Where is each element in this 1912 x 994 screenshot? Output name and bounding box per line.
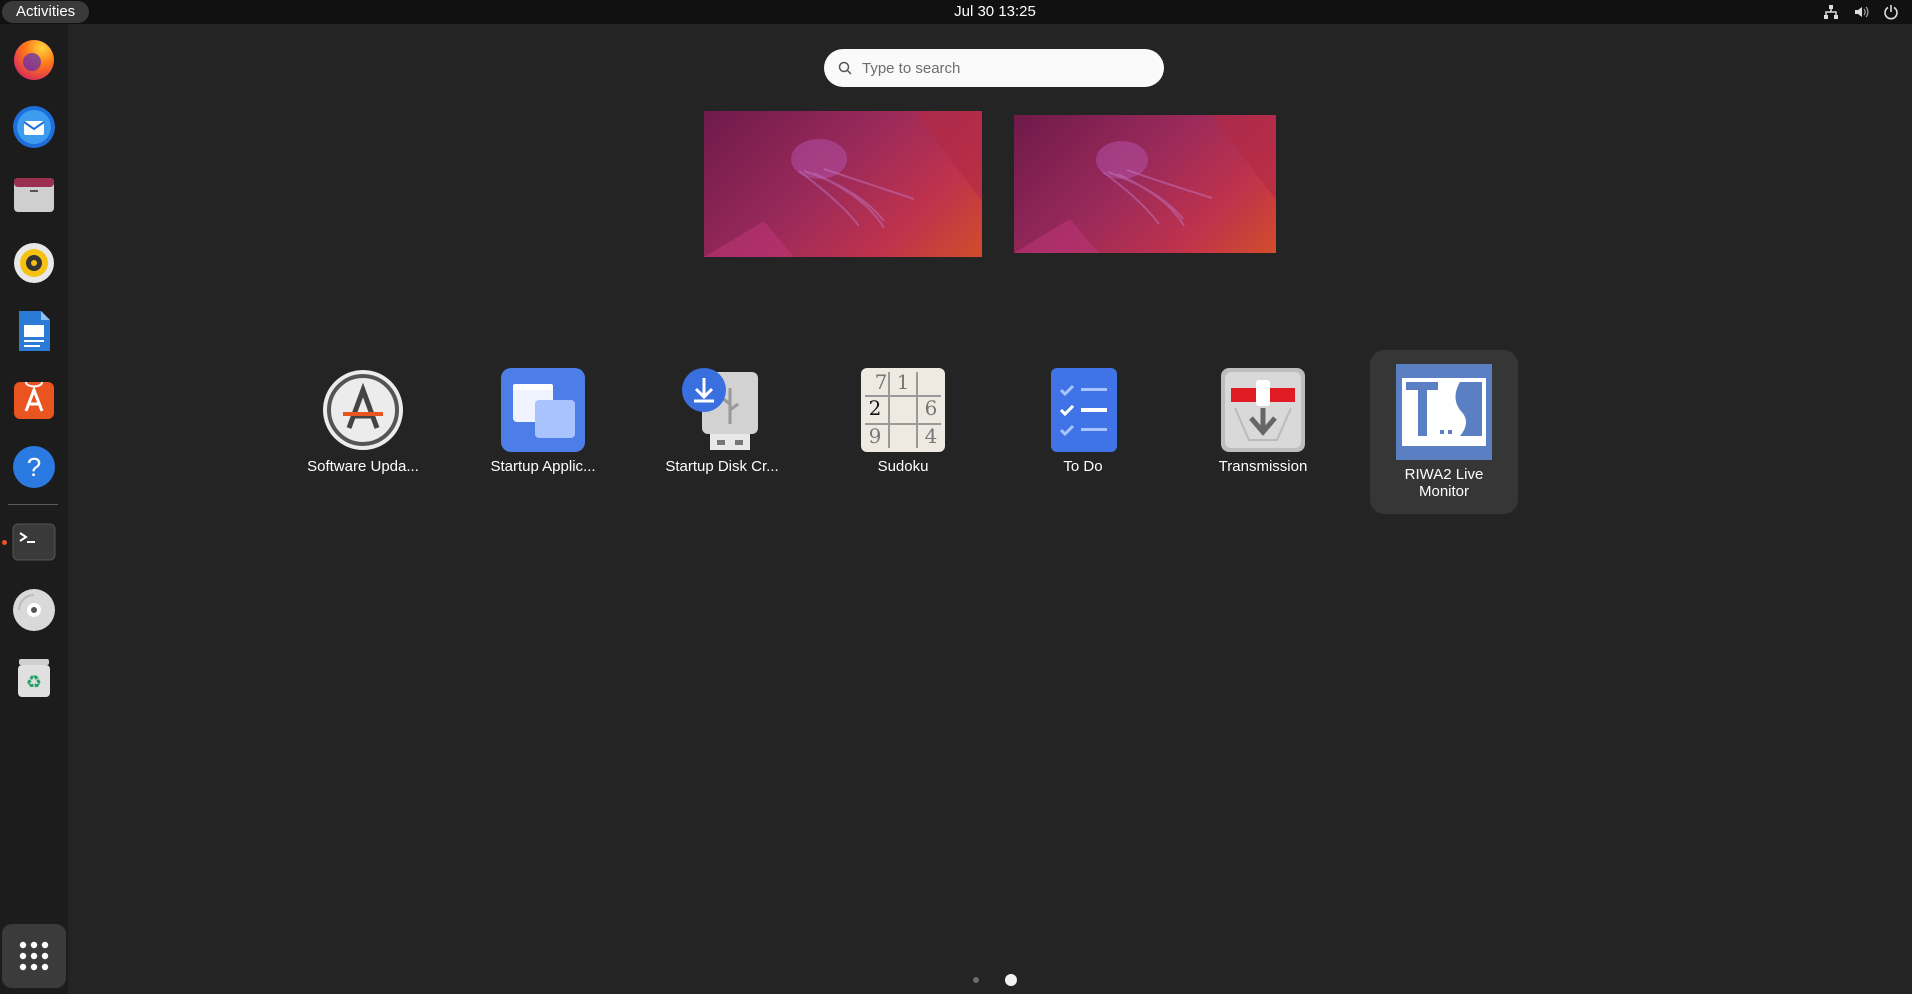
dock-trash[interactable]: ♻ xyxy=(8,652,60,704)
terminal-icon xyxy=(12,523,56,561)
sudoku-digit: 6 xyxy=(924,396,938,420)
jellyfish-wallpaper xyxy=(1014,115,1276,253)
app-label: To Do xyxy=(1063,458,1103,475)
app-label: Sudoku xyxy=(877,458,929,475)
app-label: Transmission xyxy=(1218,458,1308,475)
dock-writer[interactable] xyxy=(8,305,60,357)
startup-disk-creator-icon xyxy=(682,368,758,450)
app-startup-applications[interactable]: Startup Applic... xyxy=(469,350,617,475)
help-icon: ? xyxy=(13,446,55,488)
rhythmbox-icon xyxy=(14,243,54,283)
svg-text:?: ? xyxy=(27,452,41,482)
dock-separator xyxy=(8,504,58,505)
app-software-updater[interactable]: Software Upda... xyxy=(289,350,437,475)
clock-label[interactable]: Jul 30 13:25 xyxy=(954,3,1036,20)
dock-terminal[interactable] xyxy=(8,516,60,568)
workspace-thumbnail-2[interactable] xyxy=(1014,115,1276,253)
dock-firefox[interactable] xyxy=(8,33,60,85)
app-label: Software Upda... xyxy=(307,458,419,475)
thunderbird-icon xyxy=(13,106,55,148)
app-label: RIWA2 Live Monitor xyxy=(1404,466,1484,500)
svg-text:♻: ♻ xyxy=(26,672,42,693)
dock: ? ♻ xyxy=(0,24,68,994)
app-label: Startup Disk Cr... xyxy=(665,458,779,475)
dock-app-center[interactable] xyxy=(8,373,60,425)
transmission-icon xyxy=(1221,368,1305,452)
dock-help[interactable]: ? xyxy=(8,441,60,493)
software-updater-icon xyxy=(323,370,403,450)
firefox-icon xyxy=(14,40,54,80)
sudoku-digit: 2 xyxy=(868,396,882,420)
trash-icon: ♻ xyxy=(18,659,50,697)
page-dot-1[interactable] xyxy=(973,977,979,983)
show-apps-icon xyxy=(19,941,49,971)
network-icon[interactable] xyxy=(1822,2,1840,22)
app-todo[interactable]: To Do xyxy=(1009,350,1157,475)
dock-thunderbird[interactable] xyxy=(8,101,60,153)
jellyfish-wallpaper xyxy=(704,111,982,257)
writer-icon xyxy=(19,311,50,351)
search-icon xyxy=(838,61,852,75)
page-dot-2-current[interactable] xyxy=(1005,974,1017,986)
app-center-icon xyxy=(14,381,54,419)
dock-files[interactable] xyxy=(8,169,60,221)
clock: Jul 30 13:25 xyxy=(0,0,1912,24)
app-startup-disk-creator[interactable]: Startup Disk Cr... xyxy=(648,350,796,475)
sudoku-digit: 4 xyxy=(924,424,938,448)
riwa2-monitor-icon xyxy=(1396,364,1492,460)
app-transmission[interactable]: Transmission xyxy=(1189,350,1337,475)
running-indicator xyxy=(2,540,7,545)
activities-button[interactable]: Activities xyxy=(2,1,90,23)
app-riwa2-live-monitor[interactable]: RIWA2 Live Monitor xyxy=(1370,350,1518,514)
app-label: Startup Applic... xyxy=(490,458,596,475)
todo-icon xyxy=(1051,368,1117,452)
volume-icon[interactable] xyxy=(1852,2,1870,22)
startup-applications-icon xyxy=(501,368,585,452)
sudoku-digit: 9 xyxy=(868,424,882,448)
search-bar[interactable] xyxy=(824,49,1164,87)
search-input[interactable] xyxy=(862,59,1142,77)
top-bar: Activities Jul 30 13:25 xyxy=(0,0,1912,24)
app-sudoku[interactable]: 7 1 2 6 9 4 Sudoku xyxy=(829,350,977,475)
power-icon[interactable] xyxy=(1882,2,1900,22)
disc-icon xyxy=(13,589,55,631)
show-apps-button[interactable] xyxy=(2,924,66,988)
files-icon xyxy=(14,178,54,212)
system-tray[interactable] xyxy=(1822,2,1900,22)
dock-rhythmbox[interactable] xyxy=(8,237,60,289)
workspace-thumbnail-1[interactable] xyxy=(704,111,982,257)
dock-disc[interactable] xyxy=(8,584,60,636)
sudoku-digit: 1 xyxy=(896,370,910,394)
